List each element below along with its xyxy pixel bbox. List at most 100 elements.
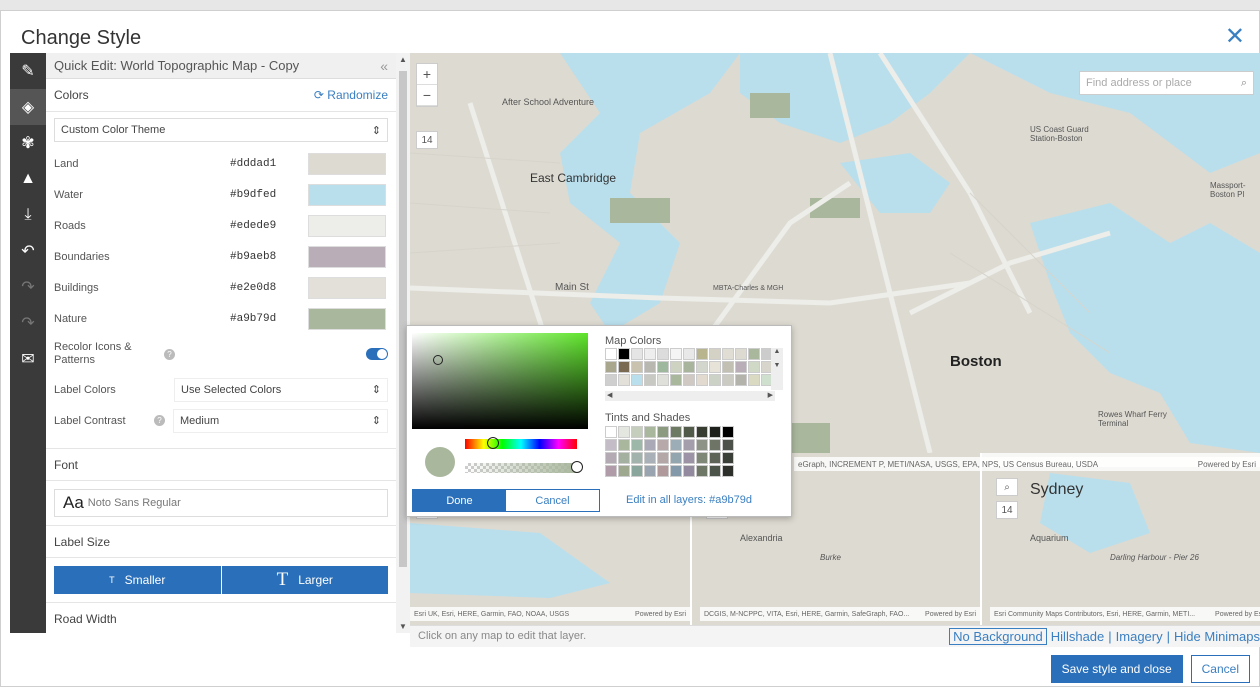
- color-swatch-cell[interactable]: [631, 374, 643, 386]
- color-swatch-cell[interactable]: [748, 361, 760, 373]
- hide-minimaps-option[interactable]: Hide Minimaps: [1174, 629, 1260, 644]
- color-swatch-cell[interactable]: [618, 452, 630, 464]
- color-swatch-cell[interactable]: [605, 348, 617, 360]
- color-swatch-cell[interactable]: [644, 374, 656, 386]
- download-icon[interactable]: ⤓: [10, 197, 46, 233]
- color-swatch-cell[interactable]: [696, 452, 708, 464]
- color-swatch-cell[interactable]: [657, 374, 669, 386]
- color-swatch-cell[interactable]: [683, 439, 695, 451]
- color-swatch-cell[interactable]: [670, 374, 682, 386]
- opacity-slider[interactable]: [465, 461, 583, 473]
- scroll-up-icon[interactable]: ▲: [399, 55, 407, 64]
- help-icon-2[interactable]: ?: [154, 415, 165, 426]
- layers-icon[interactable]: ◈: [10, 89, 46, 125]
- color-swatch-cell[interactable]: [683, 426, 695, 438]
- label-colors-select[interactable]: Use Selected Colors ⇕: [174, 377, 388, 402]
- color-swatch-cell[interactable]: [618, 361, 630, 373]
- color-swatch-cell[interactable]: [631, 465, 643, 477]
- done-button[interactable]: Done: [413, 490, 506, 511]
- color-swatch-cell[interactable]: [683, 348, 695, 360]
- color-swatch-cell[interactable]: [670, 465, 682, 477]
- zoom-in-button[interactable]: +: [417, 64, 437, 85]
- color-swatch-cell[interactable]: [683, 465, 695, 477]
- color-swatch-cell[interactable]: [631, 452, 643, 464]
- color-swatch-cell[interactable]: [670, 348, 682, 360]
- color-swatch-cell[interactable]: [605, 452, 617, 464]
- color-swatch[interactable]: [308, 276, 386, 299]
- paint-icon[interactable]: ✾: [10, 125, 46, 161]
- color-swatch-cell[interactable]: [735, 374, 747, 386]
- close-icon[interactable]: ✕: [1225, 25, 1245, 49]
- color-swatch-cell[interactable]: [696, 361, 708, 373]
- color-swatch-cell[interactable]: [696, 465, 708, 477]
- brush-icon[interactable]: ✎: [10, 53, 46, 89]
- color-swatch-cell[interactable]: [722, 348, 734, 360]
- color-swatch-cell[interactable]: [709, 452, 721, 464]
- color-swatch-cell[interactable]: [709, 348, 721, 360]
- collapse-icon[interactable]: «: [380, 58, 388, 74]
- color-swatch-cell[interactable]: [657, 348, 669, 360]
- color-swatch-cell[interactable]: [696, 348, 708, 360]
- randomize-button[interactable]: ⟳ Randomize: [314, 88, 388, 102]
- color-swatch-cell[interactable]: [748, 348, 760, 360]
- color-swatch-cell[interactable]: [709, 465, 721, 477]
- color-swatch-cell[interactable]: [670, 452, 682, 464]
- color-hex-input[interactable]: #edede9: [230, 220, 308, 232]
- redo-icon[interactable]: ↷: [10, 269, 46, 305]
- palette-hscroll[interactable]: ◀ ▶: [605, 391, 775, 401]
- help-icon[interactable]: ?: [164, 348, 175, 360]
- minimap-search-icon[interactable]: ⌕: [996, 478, 1018, 496]
- imagery-option[interactable]: Imagery: [1116, 629, 1163, 644]
- color-swatch-cell[interactable]: [618, 426, 630, 438]
- minimap[interactable]: ⌕ 14 Sydney Aquarium Darling Harbour - Pier …: [990, 473, 1260, 623]
- search-icon[interactable]: ⌕: [1241, 77, 1247, 90]
- color-swatch-cell[interactable]: [618, 439, 630, 451]
- color-swatch-cell[interactable]: [657, 439, 669, 451]
- color-swatch-cell[interactable]: [644, 465, 656, 477]
- color-swatch[interactable]: [308, 183, 386, 206]
- cancel-button[interactable]: Cancel: [1190, 655, 1250, 683]
- color-swatch-cell[interactable]: [683, 452, 695, 464]
- color-swatch-cell[interactable]: [657, 465, 669, 477]
- color-swatch-cell[interactable]: [735, 361, 747, 373]
- scroll-down-icon[interactable]: ▼: [399, 622, 407, 631]
- opacity-handle[interactable]: [571, 461, 583, 473]
- color-swatch-cell[interactable]: [722, 361, 734, 373]
- color-swatch-cell[interactable]: [644, 361, 656, 373]
- color-swatch-cell[interactable]: [631, 361, 643, 373]
- color-swatch[interactable]: [308, 214, 386, 237]
- search-input[interactable]: Find address or place ⌕: [1079, 71, 1254, 95]
- color-swatch-cell[interactable]: [631, 348, 643, 360]
- theme-select[interactable]: Custom Color Theme ⇕: [54, 118, 388, 142]
- font-picker[interactable]: Aa Noto Sans Regular: [54, 489, 388, 517]
- recolor-toggle[interactable]: [366, 348, 388, 360]
- color-swatch-cell[interactable]: [605, 374, 617, 386]
- hue-slider[interactable]: [465, 437, 577, 449]
- color-swatch-cell[interactable]: [709, 439, 721, 451]
- color-swatch-cell[interactable]: [605, 426, 617, 438]
- sv-handle[interactable]: [433, 355, 443, 365]
- color-swatch-cell[interactable]: [670, 361, 682, 373]
- color-swatch-cell[interactable]: [722, 374, 734, 386]
- color-swatch-cell[interactable]: [696, 426, 708, 438]
- color-swatch-cell[interactable]: [722, 439, 734, 451]
- color-swatch-cell[interactable]: [670, 426, 682, 438]
- color-swatch-cell[interactable]: [683, 361, 695, 373]
- color-swatch-cell[interactable]: [605, 439, 617, 451]
- edit-all-layers-link[interactable]: Edit in all layers: #a9b79d: [626, 494, 752, 506]
- color-swatch-cell[interactable]: [631, 426, 643, 438]
- color-swatch-cell[interactable]: [618, 465, 630, 477]
- color-swatch[interactable]: [308, 307, 386, 330]
- color-swatch-cell[interactable]: [696, 374, 708, 386]
- color-swatch-cell[interactable]: [644, 439, 656, 451]
- color-swatch[interactable]: [308, 245, 386, 268]
- color-swatch-cell[interactable]: [631, 439, 643, 451]
- color-swatch-cell[interactable]: [657, 452, 669, 464]
- color-swatch-cell[interactable]: [709, 426, 721, 438]
- color-swatch-cell[interactable]: [644, 426, 656, 438]
- redo-icon-2[interactable]: ↷: [10, 305, 46, 341]
- hue-handle[interactable]: [487, 437, 499, 449]
- color-swatch-cell[interactable]: [722, 465, 734, 477]
- color-swatch-cell[interactable]: [735, 348, 747, 360]
- symbols-icon[interactable]: ▲: [10, 161, 46, 197]
